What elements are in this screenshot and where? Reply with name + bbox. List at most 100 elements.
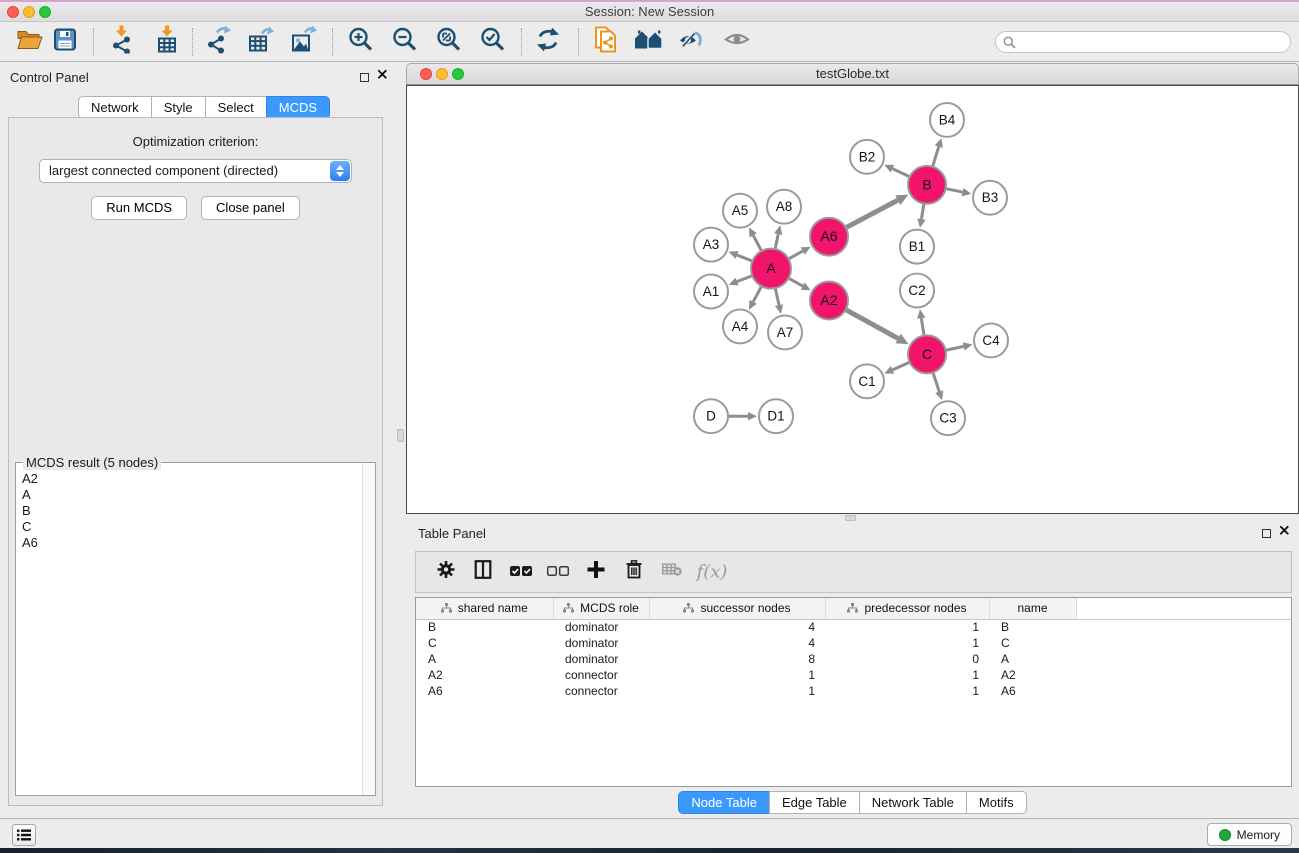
graph-edge-A6-B[interactable] xyxy=(844,195,908,229)
table-cell[interactable]: 1 xyxy=(825,683,989,699)
refresh-icon[interactable] xyxy=(535,27,561,58)
table-cell[interactable]: C xyxy=(989,635,1076,651)
export-network-icon[interactable] xyxy=(205,26,231,59)
export-table-icon[interactable] xyxy=(248,26,274,59)
network-window-close-button[interactable] xyxy=(420,68,432,80)
graph-node-D[interactable]: D xyxy=(694,399,728,433)
table-row[interactable]: Cdominator41C xyxy=(416,635,1291,651)
tab-edge-table[interactable]: Edge Table xyxy=(769,791,860,814)
table-cell[interactable]: 4 xyxy=(649,619,825,635)
graph-edge-A-A1[interactable] xyxy=(729,275,754,285)
network-window-zoom-button[interactable] xyxy=(452,68,464,80)
table-cell[interactable]: dominator xyxy=(553,619,649,635)
table-cell[interactable]: 0 xyxy=(825,651,989,667)
table-cell[interactable]: 8 xyxy=(649,651,825,667)
zoom-selected-icon[interactable] xyxy=(480,27,506,58)
delete-column-icon[interactable] xyxy=(626,560,642,584)
graph-edge-A2-C[interactable] xyxy=(844,309,909,345)
criterion-select[interactable]: largest connected component (directed) xyxy=(39,159,352,183)
table-cell[interactable]: 1 xyxy=(825,667,989,683)
graph-edge-C-C4[interactable] xyxy=(944,342,973,350)
toggle-graphics-details-icon[interactable] xyxy=(679,29,705,56)
graph-edge-C-C2[interactable] xyxy=(917,309,925,337)
table-cell[interactable]: 1 xyxy=(825,635,989,651)
graph-edge-B-B3[interactable] xyxy=(944,188,972,196)
column-header-predecessor-nodes[interactable]: predecessor nodes xyxy=(825,598,989,619)
save-session-icon[interactable] xyxy=(54,29,76,56)
graph-node-B2[interactable]: B2 xyxy=(850,140,884,174)
control-panel-close-icon[interactable]: ⨯ xyxy=(376,67,389,83)
graph-edge-B-B2[interactable] xyxy=(884,165,911,178)
mcds-result-item[interactable]: A6 xyxy=(16,535,375,551)
graph-edge-A-A3[interactable] xyxy=(729,251,755,262)
tab-style[interactable]: Style xyxy=(151,96,206,119)
import-table-icon[interactable] xyxy=(155,26,179,59)
mcds-result-item[interactable]: A xyxy=(16,487,375,503)
mcds-result-item[interactable]: C xyxy=(16,519,375,535)
graph-node-B4[interactable]: B4 xyxy=(930,103,964,137)
table-cell[interactable]: A6 xyxy=(416,683,553,699)
deselect-all-checkboxes-icon[interactable] xyxy=(547,563,569,581)
table-cell[interactable]: connector xyxy=(553,683,649,699)
graph-node-A8[interactable]: A8 xyxy=(767,190,801,224)
table-row[interactable]: A6connector11A6 xyxy=(416,683,1291,699)
tab-motifs[interactable]: Motifs xyxy=(966,791,1027,814)
zoom-out-icon[interactable] xyxy=(392,27,418,58)
graph-edge-A-A6[interactable] xyxy=(787,247,811,260)
graph-node-C4[interactable]: C4 xyxy=(974,323,1008,357)
table-cell[interactable]: 1 xyxy=(649,683,825,699)
node-table[interactable]: shared nameMCDS rolesuccessor nodesprede… xyxy=(415,597,1292,787)
tab-select[interactable]: Select xyxy=(205,96,267,119)
graph-edge-C-C1[interactable] xyxy=(884,361,911,373)
task-history-button[interactable] xyxy=(12,824,36,846)
add-column-icon[interactable] xyxy=(588,561,605,583)
table-cell[interactable]: A xyxy=(416,651,553,667)
memory-button[interactable]: Memory xyxy=(1207,823,1292,846)
app-close-button[interactable] xyxy=(7,6,19,18)
graph-node-A2[interactable]: A2 xyxy=(810,282,848,320)
run-mcds-button[interactable]: Run MCDS xyxy=(91,196,187,220)
graph-node-D1[interactable]: D1 xyxy=(759,399,793,433)
table-settings-gear-icon[interactable] xyxy=(437,560,456,584)
zoom-fit-icon[interactable] xyxy=(436,27,462,58)
table-row[interactable]: A2connector11A2 xyxy=(416,667,1291,683)
column-header-MCDS-role[interactable]: MCDS role xyxy=(553,598,649,619)
graph-node-A3[interactable]: A3 xyxy=(694,228,728,262)
table-cell[interactable]: 1 xyxy=(825,619,989,635)
table-cell[interactable]: A xyxy=(989,651,1076,667)
graph-node-B[interactable]: B xyxy=(908,166,946,204)
zoom-in-icon[interactable] xyxy=(348,27,374,58)
panel-divider-handle[interactable] xyxy=(397,429,404,442)
app-minimize-button[interactable] xyxy=(23,6,35,18)
graph-edge-B-B1[interactable] xyxy=(917,202,925,228)
column-header-shared-name[interactable]: shared name xyxy=(416,598,553,619)
graph-node-A5[interactable]: A5 xyxy=(723,194,757,228)
graph-edge-A-A5[interactable] xyxy=(749,227,763,252)
import-network-icon[interactable] xyxy=(110,26,134,59)
graph-node-C[interactable]: C xyxy=(908,335,946,373)
close-panel-button[interactable]: Close panel xyxy=(201,196,300,220)
home-layout-icon[interactable] xyxy=(634,29,664,56)
table-cell[interactable]: A2 xyxy=(989,667,1076,683)
table-cell[interactable]: C xyxy=(416,635,553,651)
open-session-icon[interactable] xyxy=(17,29,43,56)
export-image-icon[interactable] xyxy=(291,26,317,59)
app-zoom-button[interactable] xyxy=(39,6,51,18)
graph-node-A6[interactable]: A6 xyxy=(810,218,848,256)
graph-edge-B-B4[interactable] xyxy=(932,138,943,169)
graph-node-A4[interactable]: A4 xyxy=(723,309,757,343)
table-cell[interactable]: 4 xyxy=(649,635,825,651)
control-panel-float-icon[interactable] xyxy=(360,73,369,82)
column-header-name[interactable]: name xyxy=(989,598,1076,619)
graph-node-B1[interactable]: B1 xyxy=(900,230,934,264)
tab-node-table[interactable]: Node Table xyxy=(678,791,770,814)
network-hscroll-thumb[interactable] xyxy=(845,515,856,521)
mcds-result-item[interactable]: B xyxy=(16,503,375,519)
graph-edge-C-C3[interactable] xyxy=(932,370,943,400)
graph-node-A[interactable]: A xyxy=(751,249,791,289)
table-row[interactable]: Bdominator41B xyxy=(416,619,1291,635)
mcds-result-list[interactable]: A2ABCA6 xyxy=(16,463,375,795)
table-cell[interactable]: dominator xyxy=(553,635,649,651)
table-panel-float-icon[interactable] xyxy=(1262,529,1271,538)
graph-node-C3[interactable]: C3 xyxy=(931,401,965,435)
